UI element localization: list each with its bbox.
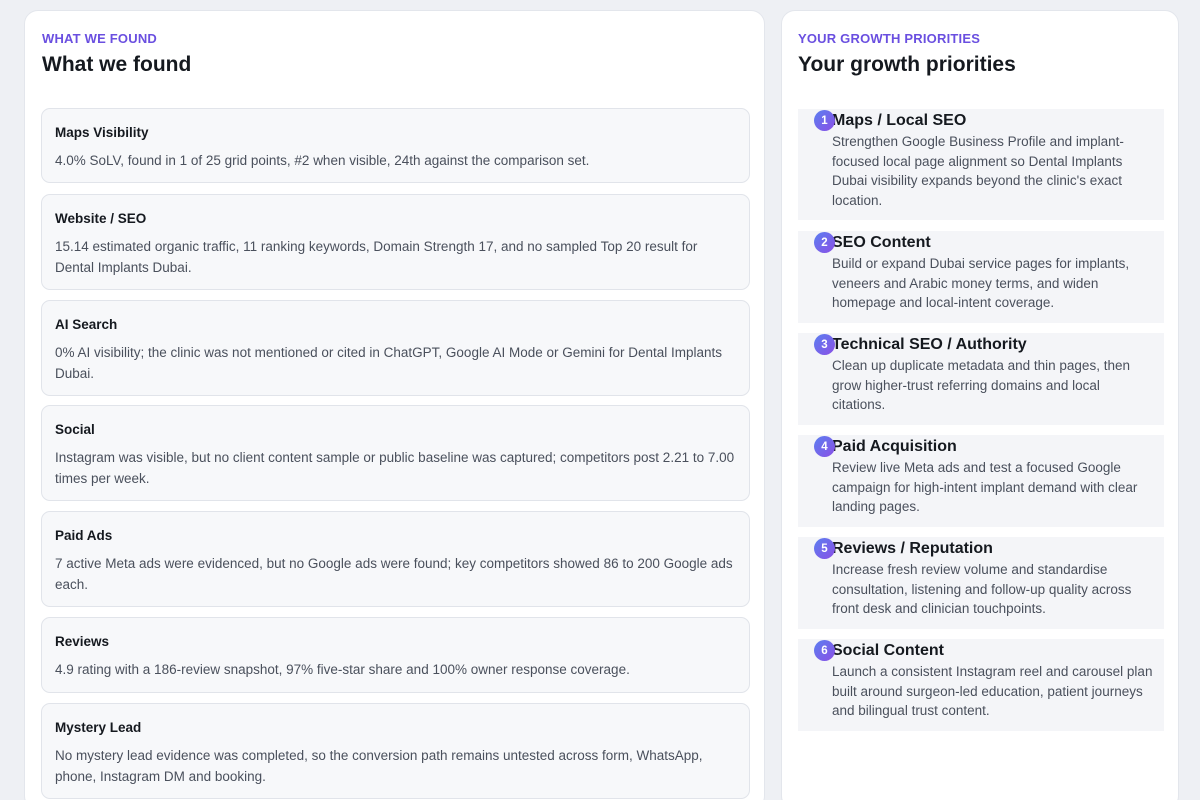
finding-title: AI Search: [55, 317, 118, 332]
priority-number-badge: 2: [814, 232, 835, 253]
finding-card-paid-ads: Paid Ads 7 active Meta ads were evidence…: [41, 511, 750, 607]
finding-title: Website / SEO: [55, 211, 147, 226]
finding-card-social: Social Instagram was visible, but no cli…: [41, 405, 750, 501]
priority-item-social-content: 6 Social Content Launch a consistent Ins…: [798, 639, 1164, 731]
section-title: Your growth priorities: [798, 53, 1016, 76]
priority-item-paid-acquisition: 4 Paid Acquisition Review live Meta ads …: [798, 435, 1164, 527]
what-we-found-panel: WHAT WE FOUND What we found Maps Visibil…: [24, 10, 765, 800]
section-title: What we found: [42, 53, 192, 76]
priority-item-technical-seo-authority: 3 Technical SEO / Authority Clean up dup…: [798, 333, 1164, 425]
finding-card-ai-search: AI Search 0% AI visibility; the clinic w…: [41, 300, 750, 396]
finding-body: No mystery lead evidence was completed, …: [55, 748, 703, 784]
finding-title: Social: [55, 422, 95, 437]
priority-number-badge: 6: [814, 640, 835, 661]
section-eyebrow: WHAT WE FOUND: [42, 31, 158, 46]
finding-title: Mystery Lead: [55, 720, 142, 735]
growth-priorities-panel: YOUR GROWTH PRIORITIES Your growth prior…: [781, 10, 1179, 800]
priority-title: Social Content: [832, 642, 945, 659]
finding-title: Reviews: [55, 634, 110, 649]
priority-body: Increase fresh review volume and standar…: [832, 562, 1132, 617]
priority-title: Reviews / Reputation: [832, 540, 993, 557]
page: WHAT WE FOUND What we found Maps Visibil…: [0, 0, 1200, 800]
finding-card-website-seo: Website / SEO 15.14 estimated organic tr…: [41, 194, 750, 290]
section-eyebrow: YOUR GROWTH PRIORITIES: [798, 31, 981, 46]
finding-card-mystery-lead: Mystery Lead No mystery lead evidence wa…: [41, 703, 750, 799]
priority-item-maps-local-seo: 1 Maps / Local SEO Strengthen Google Bus…: [798, 109, 1164, 220]
priority-item-reviews-reputation: 5 Reviews / Reputation Increase fresh re…: [798, 537, 1164, 629]
finding-body: 15.14 estimated organic traffic, 11 rank…: [55, 239, 698, 275]
priority-title: SEO Content: [832, 234, 931, 251]
finding-body: 7 active Meta ads were evidenced, but no…: [55, 556, 733, 592]
priority-number-badge: 1: [814, 110, 835, 131]
finding-body: 4.0% SoLV, found in 1 of 25 grid points,…: [55, 153, 590, 168]
finding-card-maps-visibility: Maps Visibility 4.0% SoLV, found in 1 of…: [41, 108, 750, 183]
priority-number-badge: 3: [814, 334, 835, 355]
finding-body: 4.9 rating with a 186-review snapshot, 9…: [55, 662, 630, 677]
priority-body: Review live Meta ads and test a focused …: [832, 460, 1138, 515]
priority-body: Strengthen Google Business Profile and i…: [832, 134, 1124, 208]
priority-number-badge: 4: [814, 436, 835, 457]
priority-title: Maps / Local SEO: [832, 112, 967, 129]
priority-body: Clean up duplicate metadata and thin pag…: [832, 358, 1130, 413]
priority-title: Paid Acquisition: [832, 438, 957, 455]
finding-title: Maps Visibility: [55, 125, 149, 140]
finding-title: Paid Ads: [55, 528, 113, 543]
priority-number-badge: 5: [814, 538, 835, 559]
priority-body: Launch a consistent Instagram reel and c…: [832, 664, 1153, 719]
finding-body: Instagram was visible, but no client con…: [55, 450, 735, 486]
priority-title: Technical SEO / Authority: [832, 336, 1027, 353]
priority-body: Build or expand Dubai service pages for …: [832, 256, 1130, 311]
priority-item-seo-content: 2 SEO Content Build or expand Dubai serv…: [798, 231, 1164, 323]
finding-card-reviews: Reviews 4.9 rating with a 186-review sna…: [41, 617, 750, 693]
finding-body: 0% AI visibility; the clinic was not men…: [55, 345, 723, 381]
